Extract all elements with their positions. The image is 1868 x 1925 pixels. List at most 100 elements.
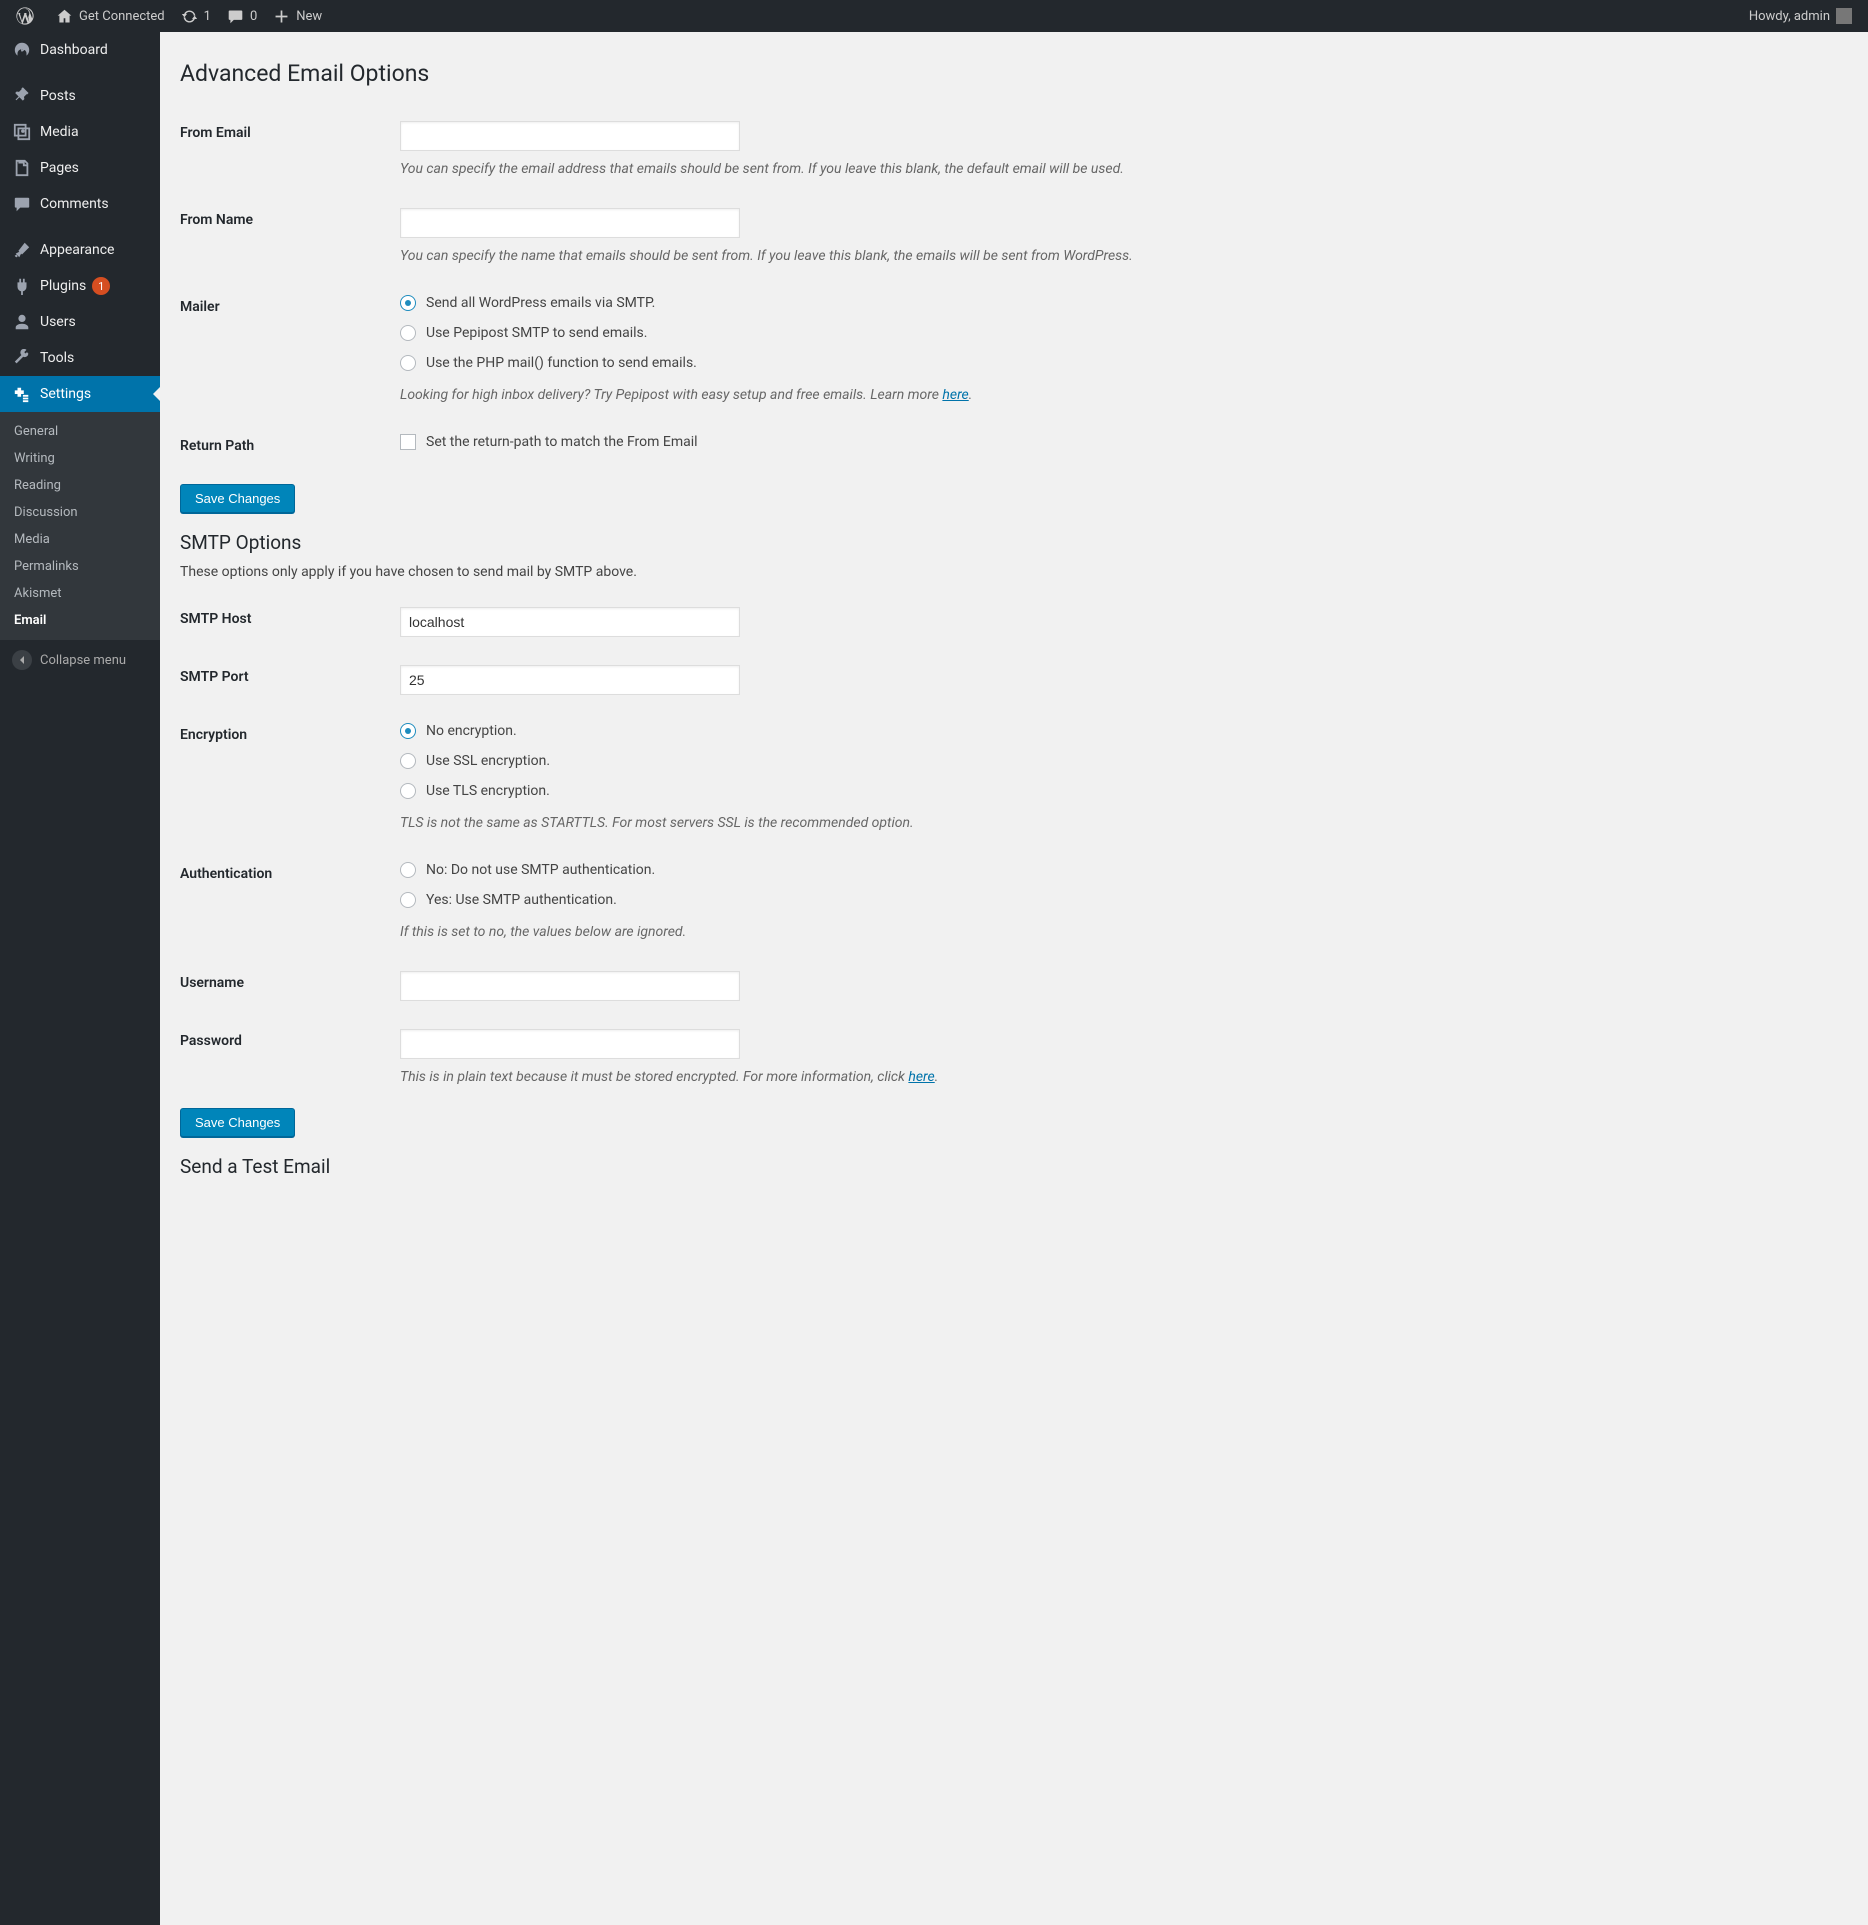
save-button-1[interactable]: Save Changes bbox=[180, 484, 295, 513]
smtp-port-input[interactable] bbox=[400, 665, 740, 695]
test-email-title: Send a Test Email bbox=[180, 1155, 1848, 1178]
collapse-menu[interactable]: Collapse menu bbox=[0, 640, 160, 680]
from-email-input[interactable] bbox=[400, 121, 740, 151]
submenu-writing[interactable]: Writing bbox=[0, 445, 160, 472]
save-button-2[interactable]: Save Changes bbox=[180, 1108, 295, 1137]
howdy-label: Howdy, admin bbox=[1749, 9, 1830, 24]
home-icon bbox=[56, 8, 73, 25]
site-name-link[interactable]: Get Connected bbox=[48, 0, 173, 32]
encryption-radio-ssl[interactable] bbox=[400, 753, 416, 769]
new-label: New bbox=[296, 9, 322, 24]
submenu-reading[interactable]: Reading bbox=[0, 472, 160, 499]
smtp-host-input[interactable] bbox=[400, 607, 740, 637]
comment-icon bbox=[227, 8, 244, 25]
mailer-radio-smtp[interactable] bbox=[400, 295, 416, 311]
mailer-radio-pepipost[interactable] bbox=[400, 325, 416, 341]
menu-posts[interactable]: Posts bbox=[0, 78, 160, 114]
menu-settings-label: Settings bbox=[40, 386, 91, 402]
menu-plugins[interactable]: Plugins 1 bbox=[0, 268, 160, 304]
password-desc-link[interactable]: here bbox=[908, 1069, 934, 1085]
pin-icon bbox=[12, 86, 32, 106]
menu-users[interactable]: Users bbox=[0, 304, 160, 340]
encryption-radio-tls[interactable] bbox=[400, 783, 416, 799]
from-email-desc: You can specify the email address that e… bbox=[400, 159, 1848, 180]
password-label: Password bbox=[180, 1029, 400, 1049]
collapse-icon bbox=[12, 650, 32, 670]
account-link[interactable]: Howdy, admin bbox=[1741, 0, 1860, 32]
comments-icon bbox=[12, 194, 32, 214]
submenu-general[interactable]: General bbox=[0, 418, 160, 445]
menu-plugins-label: Plugins bbox=[40, 278, 86, 294]
submenu-discussion[interactable]: Discussion bbox=[0, 499, 160, 526]
page-body: Advanced Email Options From Email You ca… bbox=[160, 32, 1868, 1226]
encryption-opt2-label: Use SSL encryption. bbox=[426, 753, 550, 769]
media-icon bbox=[12, 122, 32, 142]
password-desc: This is in plain text because it must be… bbox=[400, 1067, 1848, 1088]
mailer-desc-suffix: . bbox=[969, 387, 973, 403]
settings-icon bbox=[12, 384, 32, 404]
menu-users-label: Users bbox=[40, 314, 76, 330]
update-icon bbox=[181, 8, 198, 25]
submenu-akismet[interactable]: Akismet bbox=[0, 580, 160, 607]
brush-icon bbox=[12, 240, 32, 260]
menu-media[interactable]: Media bbox=[0, 114, 160, 150]
encryption-opt1-label: No encryption. bbox=[426, 723, 517, 739]
settings-submenu: General Writing Reading Discussion Media… bbox=[0, 412, 160, 640]
password-input[interactable] bbox=[400, 1029, 740, 1059]
auth-desc: If this is set to no, the values below a… bbox=[400, 922, 1848, 943]
site-name-label: Get Connected bbox=[79, 9, 165, 24]
encryption-radio-none[interactable] bbox=[400, 723, 416, 739]
dashboard-icon bbox=[12, 40, 32, 60]
auth-radio-yes[interactable] bbox=[400, 892, 416, 908]
menu-tools[interactable]: Tools bbox=[0, 340, 160, 376]
avatar bbox=[1836, 8, 1852, 24]
smtp-options-title: SMTP Options bbox=[180, 531, 1848, 554]
return-path-checkbox[interactable] bbox=[400, 434, 416, 450]
wp-logo[interactable] bbox=[8, 0, 48, 32]
username-label: Username bbox=[180, 971, 400, 991]
menu-pages-label: Pages bbox=[40, 160, 79, 176]
admin-menu: Dashboard Posts Media Pages Comments App… bbox=[0, 32, 160, 1925]
menu-settings[interactable]: Settings bbox=[0, 376, 160, 412]
page-title: Advanced Email Options bbox=[180, 60, 1848, 87]
submenu-email[interactable]: Email bbox=[0, 607, 160, 634]
collapse-label: Collapse menu bbox=[40, 653, 126, 668]
mailer-desc-link[interactable]: here bbox=[942, 387, 968, 403]
wordpress-icon bbox=[16, 7, 34, 25]
mailer-opt1-label: Send all WordPress emails via SMTP. bbox=[426, 295, 655, 311]
menu-comments-label: Comments bbox=[40, 196, 109, 212]
updates-link[interactable]: 1 bbox=[173, 0, 219, 32]
from-email-label: From Email bbox=[180, 121, 400, 141]
submenu-media[interactable]: Media bbox=[0, 526, 160, 553]
auth-opt1-label: No: Do not use SMTP authentication. bbox=[426, 862, 655, 878]
menu-tools-label: Tools bbox=[40, 350, 74, 366]
mailer-radio-phpmail[interactable] bbox=[400, 355, 416, 371]
return-path-label: Return Path bbox=[180, 434, 400, 454]
auth-opt2-label: Yes: Use SMTP authentication. bbox=[426, 892, 617, 908]
plugin-icon bbox=[12, 276, 32, 296]
menu-pages[interactable]: Pages bbox=[0, 150, 160, 186]
menu-appearance[interactable]: Appearance bbox=[0, 232, 160, 268]
menu-dashboard[interactable]: Dashboard bbox=[0, 32, 160, 68]
pages-icon bbox=[12, 158, 32, 178]
from-name-input[interactable] bbox=[400, 208, 740, 238]
auth-label: Authentication bbox=[180, 862, 400, 882]
username-input[interactable] bbox=[400, 971, 740, 1001]
wrench-icon bbox=[12, 348, 32, 368]
form-advanced: From Email You can specify the email add… bbox=[180, 107, 1848, 478]
menu-media-label: Media bbox=[40, 124, 79, 140]
from-name-label: From Name bbox=[180, 208, 400, 228]
submenu-permalinks[interactable]: Permalinks bbox=[0, 553, 160, 580]
password-desc-suffix: . bbox=[935, 1069, 939, 1085]
smtp-host-label: SMTP Host bbox=[180, 607, 400, 627]
menu-appearance-label: Appearance bbox=[40, 242, 114, 258]
mailer-label: Mailer bbox=[180, 295, 400, 315]
comments-count: 0 bbox=[250, 9, 257, 24]
form-smtp: SMTP Host SMTP Port Encryption No encryp… bbox=[180, 593, 1848, 1102]
auth-radio-no[interactable] bbox=[400, 862, 416, 878]
mailer-opt3-label: Use the PHP mail() function to send emai… bbox=[426, 355, 697, 371]
new-link[interactable]: New bbox=[265, 0, 330, 32]
comments-link[interactable]: 0 bbox=[219, 0, 265, 32]
menu-comments[interactable]: Comments bbox=[0, 186, 160, 222]
mailer-opt2-label: Use Pepipost SMTP to send emails. bbox=[426, 325, 647, 341]
